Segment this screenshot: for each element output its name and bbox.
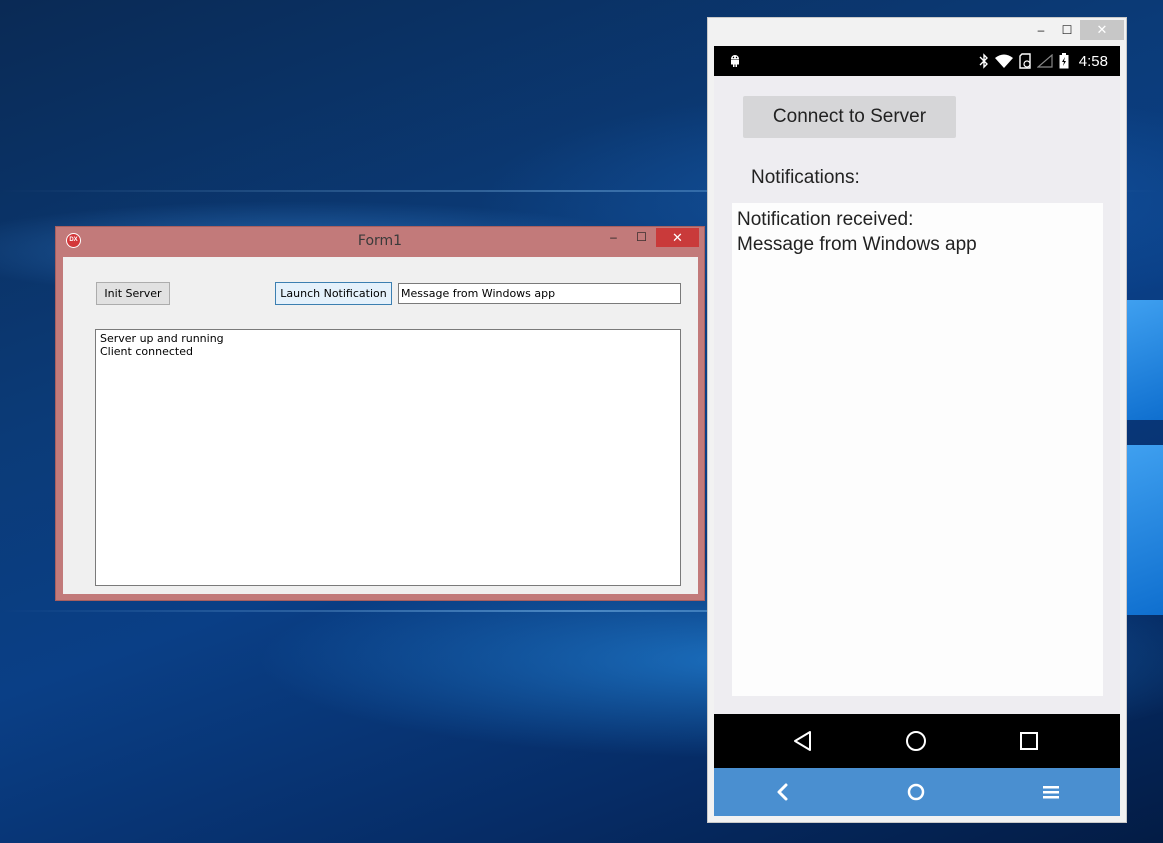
menu-icon[interactable] (1039, 780, 1063, 804)
maximize-button[interactable]: ☐ (1054, 20, 1080, 40)
home-icon[interactable] (904, 780, 928, 804)
connect-to-server-button[interactable]: Connect to Server (743, 96, 956, 138)
notifications-label: Notifications: (751, 167, 860, 188)
notification-line: Message from Windows app (737, 234, 977, 255)
log-line: Client connected (100, 345, 193, 358)
launch-notification-button[interactable]: Launch Notification (275, 282, 392, 305)
message-textbox[interactable]: Message from Windows app (398, 283, 681, 304)
minimize-button[interactable]: – (600, 228, 627, 247)
battery-icon (1059, 53, 1069, 69)
form1-window: DX Form1 – ☐ ✕ Init Server Launch Notifi… (55, 226, 705, 601)
back-icon[interactable] (771, 780, 795, 804)
android-nav-bar (714, 714, 1120, 768)
init-server-button[interactable]: Init Server (96, 282, 170, 305)
notification-line: Notification received: (737, 209, 914, 230)
status-time: 4:58 (1078, 52, 1108, 70)
signal-icon (1036, 54, 1053, 68)
emulator-host-bar (714, 768, 1120, 816)
windows-logo-panel (1127, 300, 1163, 420)
home-icon[interactable] (903, 728, 929, 754)
status-bar: 4:58 (714, 46, 1120, 76)
windows-logo-panel (1127, 445, 1163, 615)
wifi-icon (994, 54, 1013, 68)
form1-titlebar[interactable]: DX Form1 – ☐ ✕ (56, 227, 704, 255)
close-button[interactable]: ✕ (1080, 20, 1124, 40)
emulator-window: – ☐ ✕ 4:58 Connect to Server Notificatio… (707, 17, 1127, 823)
android-debug-icon (731, 55, 739, 67)
close-button[interactable]: ✕ (656, 228, 699, 247)
notifications-textview[interactable]: Notification received: Message from Wind… (732, 203, 1103, 696)
minimize-button[interactable]: – (1028, 20, 1054, 40)
form1-client-area: Init Server Launch Notification Message … (63, 257, 698, 594)
phone-screen: 4:58 Connect to Server Notifications: No… (714, 46, 1120, 816)
recents-icon[interactable] (1016, 728, 1042, 754)
log-line: Server up and running (100, 332, 224, 345)
bluetooth-icon (979, 53, 988, 69)
back-icon[interactable] (790, 728, 816, 754)
maximize-button[interactable]: ☐ (628, 228, 655, 247)
emulator-titlebar[interactable]: – ☐ ✕ (708, 18, 1126, 46)
server-log-textbox[interactable]: Server up and running Client connected (95, 329, 681, 586)
status-icons: 4:58 (979, 52, 1108, 70)
sd-card-icon (1019, 53, 1031, 69)
